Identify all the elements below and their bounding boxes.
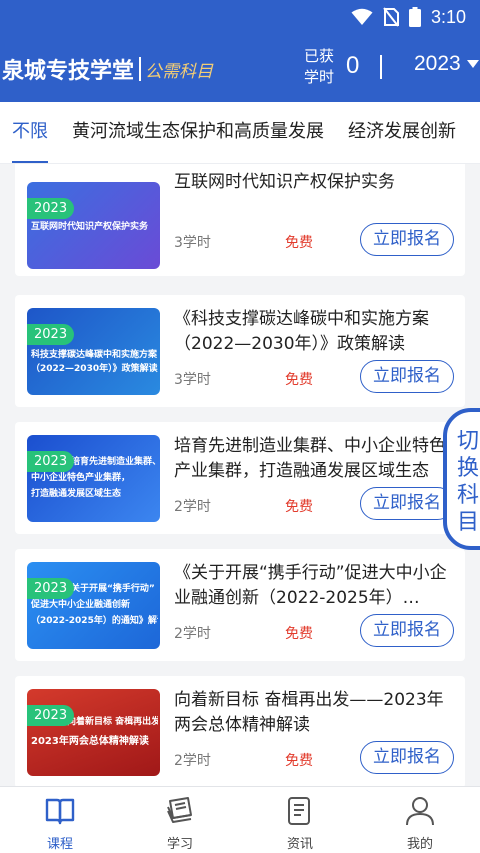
course-card[interactable]: 培育先进制造业集群、 中小企业特色产业集群， 打造融通发展区域生态 2023 培… <box>15 422 465 534</box>
title-divider <box>139 57 142 81</box>
switch-char: 目 <box>456 510 479 535</box>
nav-news[interactable]: 资讯 <box>240 787 360 853</box>
thumbnail-caption: 2023年两会总体精神解读 <box>31 736 149 747</box>
tab-all[interactable]: 不限 <box>0 102 60 163</box>
year-badge: 2023 <box>27 198 75 219</box>
year-selector[interactable]: 2023 <box>414 52 479 76</box>
nav-label: 我的 <box>406 837 433 852</box>
nav-label: 学习 <box>166 837 193 852</box>
battery-icon <box>408 7 421 27</box>
nav-label: 课程 <box>46 837 73 852</box>
year-badge: 2023 <box>27 578 75 599</box>
status-bar: 3:10 <box>351 6 466 28</box>
course-price: 免费 <box>285 235 313 251</box>
year-badge: 2023 <box>27 705 75 726</box>
book-open-icon <box>45 798 75 825</box>
course-card[interactable]: 互联网时代知识产权保护实务 2023 互联网时代知识产权保护实务 3学时 免费 … <box>15 164 465 276</box>
course-title[interactable]: 《科技支撑碳达峰碳中和实施方案（2022—2030年）》政策解读 <box>174 307 460 357</box>
course-card[interactable]: 关于开展“携手行动” 促进大中小企业融通创新 （2022-2025年）的通知》解… <box>15 549 465 661</box>
no-sim-icon <box>383 7 399 27</box>
app-header: 3:10 泉城专技学堂 公需科目 已获学时 0 2023 <box>0 0 480 102</box>
enroll-button[interactable]: 立即报名 <box>360 223 454 256</box>
category-tabs: 不限 黄河流域生态保护和高质量发展 经济发展创新 <box>0 102 480 164</box>
nav-courses[interactable]: 课程 <box>0 787 120 853</box>
thumbnail-caption: （2022—2030年）》政策解读 <box>31 364 158 374</box>
course-title[interactable]: 互联网时代知识产权保护实务 <box>174 170 460 195</box>
switch-subject-button[interactable]: 切 换 科 目 <box>443 408 480 550</box>
app-subtitle: 公需科目 <box>145 61 214 82</box>
year-badge: 2023 <box>27 324 75 345</box>
course-thumbnail: 向着新目标 奋楫再出发—— 2023年两会总体精神解读 2023 <box>27 689 160 776</box>
title-bar: 泉城专技学堂 公需科目 已获学时 0 2023 <box>0 44 480 94</box>
switch-char: 换 <box>456 456 479 481</box>
course-title[interactable]: 培育先进制造业集群、中小企业特色产业集群，打造融通发展区域生态 <box>174 434 460 484</box>
course-title[interactable]: 向着新目标 奋楫再出发——2023年两会总体精神解读 <box>174 688 460 738</box>
tab-economic-innovation[interactable]: 经济发展创新 <box>336 102 468 163</box>
books-stack-icon <box>167 797 192 823</box>
tab-yellow-river[interactable]: 黄河流域生态保护和高质量发展 <box>60 102 336 163</box>
course-price: 免费 <box>285 499 313 515</box>
course-hours: 3学时 <box>174 235 211 251</box>
switch-char: 科 <box>456 483 479 508</box>
person-icon <box>406 797 434 826</box>
enroll-button[interactable]: 立即报名 <box>360 614 454 647</box>
course-list[interactable]: 互联网时代知识产权保护实务 2023 互联网时代知识产权保护实务 3学时 免费 … <box>0 164 480 786</box>
enroll-button[interactable]: 立即报名 <box>360 741 454 774</box>
caret-down-icon <box>466 60 479 68</box>
course-price: 免费 <box>285 372 313 388</box>
course-hours: 3学时 <box>174 372 211 388</box>
nav-label: 资讯 <box>286 837 313 852</box>
thumbnail-caption: 打造融通发展区域生态 <box>31 489 122 499</box>
bottom-nav: 课程 学习 资讯 我的 <box>0 786 480 853</box>
earned-hours-label: 已获学时 <box>303 47 334 86</box>
wifi-icon <box>351 8 373 25</box>
course-hours: 2学时 <box>174 753 211 769</box>
year-badge: 2023 <box>27 451 75 472</box>
enroll-button[interactable]: 立即报名 <box>360 360 454 393</box>
nav-profile[interactable]: 我的 <box>360 787 480 853</box>
course-card[interactable]: 向着新目标 奋楫再出发—— 2023年两会总体精神解读 2023 向着新目标 奋… <box>15 676 465 786</box>
course-price: 免费 <box>285 626 313 642</box>
course-thumbnail: 科技支撑碳达峰碳中和实施方案 （2022—2030年）》政策解读 2023 <box>27 308 160 395</box>
app-title: 泉城专技学堂 <box>2 58 135 84</box>
year-value: 2023 <box>414 52 461 75</box>
news-document-icon <box>288 797 310 825</box>
thumbnail-caption: （2022-2025年）的通知》解读 <box>31 616 158 626</box>
nav-study[interactable]: 学习 <box>120 787 240 853</box>
course-title[interactable]: 《关于开展“携手行动”促进大中小企业融通创新（2022-2025年）… <box>174 561 460 611</box>
course-thumbnail: 培育先进制造业集群、 中小企业特色产业集群， 打造融通发展区域生态 2023 <box>27 435 160 522</box>
status-time: 3:10 <box>430 6 466 27</box>
header-divider <box>380 55 382 79</box>
course-thumbnail: 互联网时代知识产权保护实务 2023 <box>27 182 160 269</box>
thumbnail-caption: 中小企业特色产业集群， <box>31 473 131 483</box>
enroll-button[interactable]: 立即报名 <box>360 487 454 520</box>
thumbnail-caption: 科技支撑碳达峰碳中和实施方案 <box>31 350 158 360</box>
earned-hours-value: 0 <box>346 52 360 79</box>
course-card[interactable]: 科技支撑碳达峰碳中和实施方案 （2022—2030年）》政策解读 2023 《科… <box>15 295 465 407</box>
course-thumbnail: 关于开展“携手行动” 促进大中小企业融通创新 （2022-2025年）的通知》解… <box>27 562 160 649</box>
thumbnail-caption: 互联网时代知识产权保护实务 <box>31 222 149 232</box>
course-hours: 2学时 <box>174 626 211 642</box>
course-price: 免费 <box>285 753 313 769</box>
course-hours: 2学时 <box>174 499 211 515</box>
app-screen: 3:10 泉城专技学堂 公需科目 已获学时 0 2023 不限 黄河流域生态保护… <box>0 0 480 853</box>
thumbnail-caption: 促进大中小企业融通创新 <box>31 600 131 610</box>
switch-char: 切 <box>456 429 479 454</box>
